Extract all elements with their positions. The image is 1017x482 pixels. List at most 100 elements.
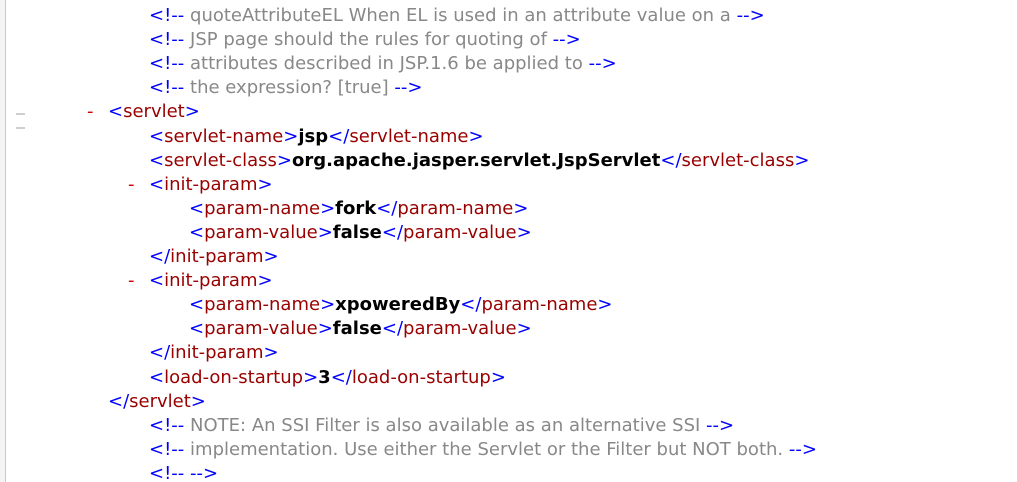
tag-bracket: > xyxy=(257,173,273,195)
tag-bracket: < xyxy=(189,197,205,219)
tag-bracket: </ xyxy=(149,342,171,364)
tag-name: param-name xyxy=(204,294,321,316)
tag-bracket: < xyxy=(149,173,165,195)
tag-name: init-param xyxy=(164,270,258,292)
tag-bracket: > xyxy=(263,246,279,267)
tag-bracket: < xyxy=(189,221,205,243)
tag-bracket: > xyxy=(303,366,319,388)
tag-name: servlet-name xyxy=(349,125,469,147)
comment-open: <!-- xyxy=(149,462,185,482)
tag-name: param-value xyxy=(403,318,517,340)
tag-bracket: < xyxy=(108,101,124,123)
element-value: jsp xyxy=(298,125,329,147)
comment-close: --> xyxy=(190,462,219,482)
tag-bracket: > xyxy=(283,125,299,147)
tag-name: servlet-name xyxy=(164,125,284,147)
scroll-marker xyxy=(16,127,25,129)
comment-open: <!-- xyxy=(149,29,185,51)
tag-bracket: < xyxy=(149,125,165,147)
xml-line-body: <load-on-startup>3</load-on-startup> xyxy=(149,366,506,390)
tag-bracket: </ xyxy=(460,294,482,316)
tag-bracket: </ xyxy=(328,125,350,147)
tag-bracket: </ xyxy=(660,149,682,171)
tag-bracket: </ xyxy=(149,246,171,267)
comment-text: NOTE: An SSI Filter is also available as… xyxy=(190,414,701,436)
xml-line-body: <servlet-class>org.apache.jasper.servlet… xyxy=(149,149,809,173)
collapse-toggle[interactable]: - xyxy=(128,173,135,197)
tag-bracket: < xyxy=(149,366,165,388)
comment-open: <!-- xyxy=(149,438,185,460)
tag-bracket: < xyxy=(189,318,205,340)
comment-close: --> xyxy=(706,414,735,436)
tag-bracket: > xyxy=(317,318,333,340)
comment-text: attributes described in JSP.1.6 be appli… xyxy=(190,53,583,75)
comment-close: --> xyxy=(788,438,817,460)
tag-bracket: < xyxy=(189,294,205,316)
tag-name: init-param xyxy=(170,246,264,267)
xml-line-body: <param-value>false</param-value> xyxy=(189,317,532,341)
tag-bracket: > xyxy=(276,149,293,171)
element-value: false xyxy=(332,318,382,340)
xml-line-body: <init-param> xyxy=(149,269,273,293)
comment-close: --> xyxy=(736,5,765,26)
element-value: 3 xyxy=(318,366,331,388)
tag-name: param-value xyxy=(204,221,318,243)
tag-bracket: > xyxy=(257,270,273,292)
xml-line-body: </init-param> xyxy=(149,245,279,269)
comment-text: implementation. Use either the Servlet o… xyxy=(190,438,784,460)
tag-name: param-value xyxy=(403,221,517,243)
collapse-toggle[interactable]: - xyxy=(87,100,94,124)
xml-line-body: <!-- attributes described in JSP.1.6 be … xyxy=(149,52,617,76)
tag-bracket: </ xyxy=(376,197,398,219)
tag-name: load-on-startup xyxy=(164,366,304,388)
xml-line-body: <!-- implementation. Use either the Serv… xyxy=(149,438,817,462)
xml-line-body: <init-param> xyxy=(149,173,273,197)
tag-bracket: < xyxy=(149,149,165,171)
tag-bracket: < xyxy=(149,270,165,292)
tag-name: param-name xyxy=(204,197,321,219)
comment-close: --> xyxy=(552,29,581,51)
tag-bracket: > xyxy=(190,390,206,412)
tag-bracket: > xyxy=(317,221,333,243)
xml-line-body: <param-name>xpoweredBy</param-name> xyxy=(189,293,613,317)
tag-name: load-on-startup xyxy=(351,366,491,388)
tag-bracket: </ xyxy=(108,390,130,412)
comment-close: --> xyxy=(394,77,423,99)
xml-line-body: <!-- quoteAttributeEL When EL is used in… xyxy=(149,4,765,28)
tag-name: param-name xyxy=(397,197,514,219)
tag-name: param-value xyxy=(204,318,318,340)
tag-bracket: > xyxy=(184,101,200,123)
xml-line-body: <!-- the expression? [true] --> xyxy=(149,76,422,100)
comment-open: <!-- xyxy=(149,77,185,99)
tag-bracket: > xyxy=(320,294,336,316)
tag-bracket: > xyxy=(320,197,336,219)
tag-bracket: > xyxy=(794,149,810,171)
xml-line-body: <!-- JSP page should the rules for quoti… xyxy=(149,28,581,52)
tag-name: servlet xyxy=(123,101,185,123)
tag-name: servlet-class xyxy=(164,149,277,171)
xml-line-body: <!-- NOTE: An SSI Filter is also availab… xyxy=(149,414,734,438)
tag-name: init-param xyxy=(164,173,258,195)
xml-line-body: <!-- --> xyxy=(149,462,218,482)
element-value: false xyxy=(332,221,382,243)
tag-bracket: > xyxy=(490,366,506,388)
xml-line-body: <param-name>fork</param-name> xyxy=(189,197,528,221)
collapse-toggle[interactable]: - xyxy=(128,269,135,293)
comment-text: JSP page should the rules for quoting of xyxy=(190,29,547,51)
xml-line-body: <servlet> xyxy=(108,100,200,124)
xml-line-body: <servlet-name>jsp</servlet-name> xyxy=(149,125,484,149)
tag-bracket: > xyxy=(468,125,484,147)
comment-open: <!-- xyxy=(149,5,185,26)
xml-line-body: </servlet> xyxy=(108,390,206,414)
xml-viewer[interactable]: <!-- quoteAttributeEL When EL is used in… xyxy=(0,0,1017,482)
tag-bracket: </ xyxy=(330,366,352,388)
tag-bracket: > xyxy=(516,318,532,340)
tag-name: param-name xyxy=(481,294,598,316)
scroll-marker xyxy=(16,113,25,115)
xml-line-body: </init-param> xyxy=(149,341,279,365)
viewer-left-border xyxy=(0,0,6,482)
tag-name: init-param xyxy=(170,342,264,364)
comment-text: quoteAttributeEL When EL is used in an a… xyxy=(190,5,731,26)
comment-text: the expression? [true] xyxy=(190,77,389,99)
tag-bracket: </ xyxy=(381,221,404,243)
